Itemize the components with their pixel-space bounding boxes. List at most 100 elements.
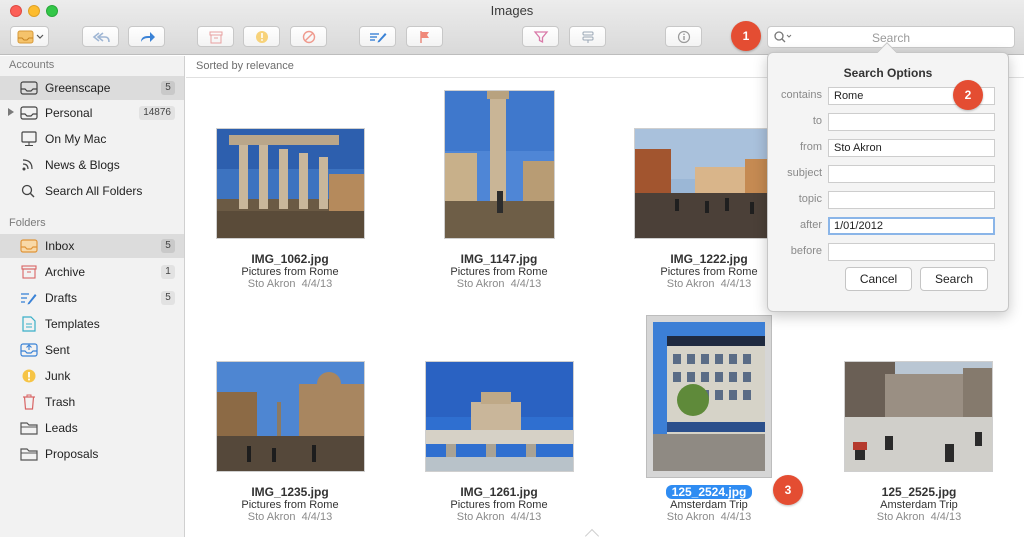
image-caption: 125_2525.jpg Amsterdam Trip Sto Akron 4/… [834, 485, 1004, 523]
computer-icon [21, 131, 37, 146]
to-label: to [812, 115, 822, 127]
sidebar-item-drafts[interactable]: Drafts 5 [0, 286, 184, 310]
inbox-dropdown-icon [17, 30, 43, 43]
image-date: 4/4/13 [301, 511, 333, 523]
subject-field[interactable] [828, 165, 995, 183]
image-sender: Sto Akron [247, 278, 296, 290]
block-sender-button[interactable] [290, 26, 327, 47]
image-sender: Sto Akron [876, 511, 925, 523]
flag-button[interactable] [406, 26, 443, 47]
sent-icon [20, 343, 38, 357]
sidebar-item-junk[interactable]: Junk [0, 364, 184, 388]
image-sender: Sto Akron [456, 511, 505, 523]
sidebar-item-trash[interactable]: Trash [0, 390, 184, 414]
image-filename: IMG_1235.jpg [251, 485, 329, 499]
sidebar-item-leads[interactable]: Leads [0, 416, 184, 440]
archive-button[interactable] [197, 26, 234, 47]
search-placeholder: Search [871, 31, 911, 45]
forward-arrow-icon [140, 31, 155, 42]
trash-icon [23, 394, 35, 410]
sidebar-item-greenscape[interactable]: Greenscape 5 [0, 76, 184, 100]
image-caption: 125_2524.jpg Amsterdam Trip Sto Akron 4/… [624, 485, 794, 523]
junk-exclamation-icon [255, 30, 268, 43]
sidebar-item-proposals[interactable]: Proposals [0, 442, 184, 466]
image-thumbnail[interactable] [634, 128, 783, 239]
sidebar-item-inbox[interactable]: Inbox 5 [0, 234, 184, 258]
photo-castle-bridge [426, 362, 573, 471]
archive-icon [21, 265, 37, 279]
rules-button[interactable] [569, 26, 606, 47]
topic-row: topic [768, 191, 1010, 209]
image-thumbnail-selected[interactable] [646, 315, 772, 478]
forward-button[interactable] [128, 26, 165, 47]
info-icon [677, 30, 690, 43]
image-thumbnail[interactable] [216, 361, 365, 472]
from-row: from Sto Akron [768, 139, 1010, 157]
image-sender: Sto Akron [666, 511, 715, 523]
image-filename: 125_2524.jpg [624, 485, 794, 499]
photo-plaza-people [845, 362, 992, 471]
image-date: 4/4/13 [720, 278, 752, 290]
image-folder: Amsterdam Trip [670, 499, 748, 511]
image-folder: Pictures from Rome [241, 266, 339, 278]
image-date: 4/4/13 [301, 278, 333, 290]
sidebar-item-archive[interactable]: Archive 1 [0, 260, 184, 284]
junk-button[interactable] [243, 26, 280, 47]
sidebar-item-label: Search All Folders [45, 184, 143, 198]
to-field[interactable] [828, 113, 995, 131]
unread-count-badge: 14876 [139, 106, 175, 120]
image-caption: IMG_1147.jpg Pictures from Rome Sto Akro… [414, 252, 584, 290]
folders-section-label: Folders [9, 217, 46, 229]
filter-button[interactable] [522, 26, 559, 47]
image-meta: Sto Akron 4/4/13 [624, 511, 794, 523]
compose-button[interactable] [359, 26, 396, 47]
to-row: to [768, 113, 1010, 131]
sidebar-item-label: Archive [45, 265, 86, 279]
drafts-icon [21, 293, 37, 305]
reply-all-button[interactable] [82, 26, 119, 47]
after-row: after 1/01/2012 [768, 217, 1010, 235]
inbox-tray-icon [20, 81, 38, 95]
archive-box-icon [209, 31, 222, 43]
templates-icon [22, 316, 36, 332]
sidebar-item-sent[interactable]: Sent [0, 338, 184, 362]
topic-field[interactable] [828, 191, 995, 209]
disclosure-triangle-icon[interactable] [8, 108, 14, 116]
image-thumbnail[interactable] [444, 90, 555, 239]
image-thumbnail[interactable] [425, 361, 574, 472]
reply-all-icon [92, 31, 110, 42]
image-meta: Sto Akron 4/4/13 [205, 278, 375, 290]
image-filename: IMG_1261.jpg [460, 485, 538, 499]
sidebar-item-label: On My Mac [45, 132, 107, 146]
info-button[interactable] [665, 26, 702, 47]
sidebar-item-label: Sent [45, 343, 70, 357]
sidebar-item-templates[interactable]: Templates [0, 312, 184, 336]
search-button[interactable]: Search [920, 267, 988, 291]
from-field[interactable]: Sto Akron [828, 139, 995, 157]
search-field[interactable]: Search [767, 26, 1015, 48]
sidebar-item-personal[interactable]: Personal 14876 [0, 101, 184, 125]
image-thumbnail[interactable] [216, 128, 365, 239]
cancel-button[interactable]: Cancel [845, 267, 912, 291]
sidebar-item-label: Drafts [45, 291, 78, 305]
sidebar-item-search-all-folders[interactable]: Search All Folders [0, 179, 184, 203]
image-thumbnail[interactable] [844, 361, 993, 472]
photo-fountain-square [217, 362, 364, 471]
sidebar-item-label: Leads [45, 421, 78, 435]
rules-icon [582, 31, 593, 43]
window-titlebar: Images Search [0, 0, 1024, 55]
sidebar-item-label: Personal [45, 106, 93, 120]
mailbox-menu-button[interactable] [10, 26, 49, 47]
sidebar: Accounts Greenscape 5 Personal 14876 On … [0, 56, 185, 537]
search-options-title: Search Options [843, 66, 933, 80]
subject-row: subject [768, 165, 1010, 183]
image-meta: Sto Akron 4/4/13 [414, 511, 584, 523]
sidebar-item-label: Inbox [45, 239, 75, 253]
image-date: 4/4/13 [930, 511, 962, 523]
sidebar-item-on-my-mac[interactable]: On My Mac [0, 127, 184, 151]
sidebar-item-label: Trash [45, 395, 76, 409]
before-date-field[interactable] [828, 243, 995, 261]
contains-label: contains [781, 89, 822, 101]
after-date-field[interactable]: 1/01/2012 [828, 217, 995, 235]
sidebar-item-news-blogs[interactable]: News & Blogs [0, 153, 184, 177]
